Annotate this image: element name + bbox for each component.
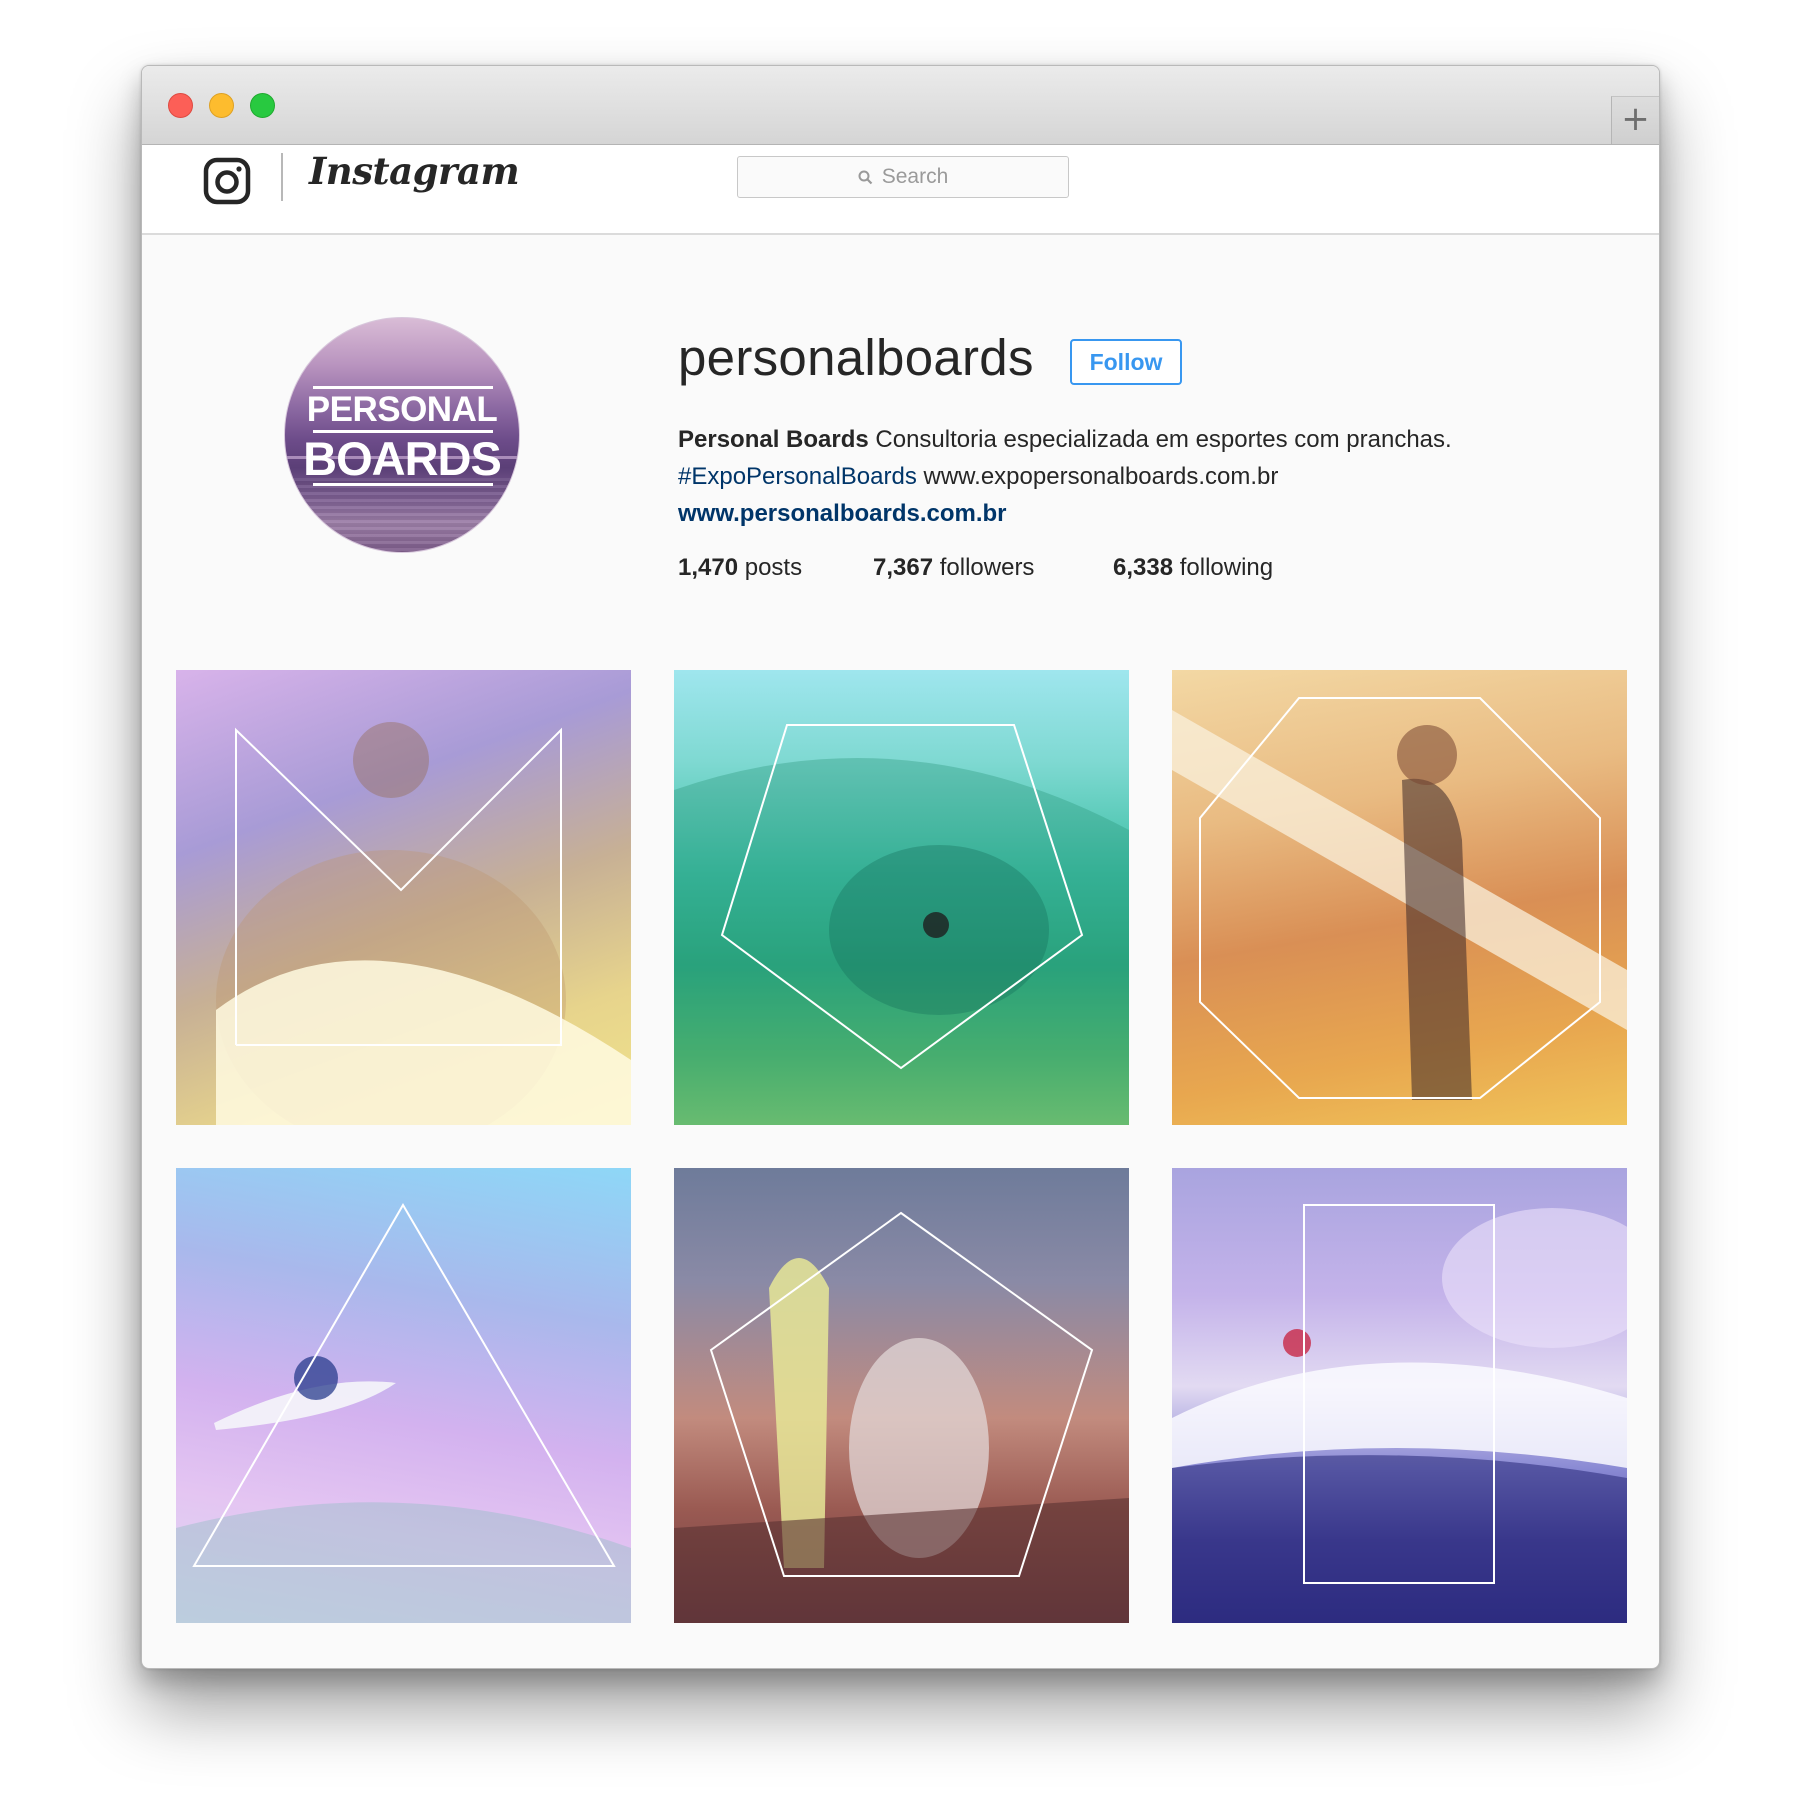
post-thumbnail-1[interactable] <box>176 670 631 1125</box>
stat-posts: 1,470 posts <box>678 554 802 582</box>
stat-followers[interactable]: 7,367 followers <box>873 554 1034 582</box>
minimize-window-button[interactable] <box>209 93 234 118</box>
search-icon <box>858 170 872 184</box>
bio-line-1: Personal Boards Consultoria especializad… <box>678 421 1452 458</box>
avatar-logo-line2: BOARDS <box>303 432 502 485</box>
avatar-rule-bottom <box>313 483 493 486</box>
new-tab-button[interactable]: + <box>1611 96 1659 144</box>
instagram-camera-icon[interactable] <box>203 157 251 205</box>
browser-window: + Instagram Search PERSONAL BOARDS perso… <box>141 65 1660 1669</box>
bio-description: Consultoria especializada em esportes co… <box>868 426 1452 453</box>
zoom-window-button[interactable] <box>250 93 275 118</box>
profile-website-link[interactable]: www.personalboards.com.br <box>678 500 1007 527</box>
pentagon-overlay <box>674 724 1129 1125</box>
stat-following-count: 6,338 <box>1113 554 1174 581</box>
stat-posts-count: 1,470 <box>678 554 739 581</box>
octagon-overlay <box>1172 697 1627 1100</box>
post-thumbnail-2[interactable] <box>674 670 1129 1125</box>
search-input[interactable]: Search <box>737 156 1069 198</box>
pentagon-overlay <box>674 1211 1129 1623</box>
bio-full-name: Personal Boards <box>678 426 869 453</box>
close-window-button[interactable] <box>168 93 193 118</box>
bio-hashtag-link[interactable]: #ExpoPersonalBoards <box>678 463 917 490</box>
avatar-logo-line1: PERSONAL <box>306 390 498 429</box>
bio-line-2: #ExpoPersonalBoards www.expopersonalboar… <box>678 458 1452 495</box>
avatar-water <box>285 478 519 552</box>
profile-username: personalboards <box>678 329 1034 386</box>
stat-posts-label: posts <box>738 554 803 581</box>
instagram-header: Instagram Search <box>142 145 1659 235</box>
stat-following[interactable]: 6,338 following <box>1113 554 1273 582</box>
post-thumbnail-4[interactable] <box>176 1168 631 1623</box>
profile-bio: Personal Boards Consultoria especializad… <box>678 421 1452 532</box>
follow-button[interactable]: Follow <box>1070 339 1182 385</box>
rectangle-overlay <box>1172 1204 1627 1623</box>
title-bar: + <box>142 66 1659 145</box>
post-thumbnail-3[interactable] <box>1172 670 1627 1125</box>
search-placeholder: Search <box>881 165 949 188</box>
m-shape-overlay <box>216 722 631 1125</box>
triangle-overlay <box>176 1203 631 1623</box>
header-divider <box>281 153 283 201</box>
stat-following-label: following <box>1173 554 1274 581</box>
post-thumbnail-5[interactable] <box>674 1168 1129 1623</box>
bio-line-3: www.personalboards.com.br <box>678 495 1452 532</box>
avatar-rule-top <box>313 386 493 389</box>
profile-avatar[interactable]: PERSONAL BOARDS <box>284 317 520 553</box>
bio-expo-url: www.expopersonalboards.com.br <box>916 463 1279 490</box>
stat-followers-count: 7,367 <box>873 554 934 581</box>
instagram-wordmark[interactable]: Instagram <box>309 149 520 193</box>
stat-followers-label: followers <box>933 554 1035 581</box>
post-thumbnail-6[interactable] <box>1172 1168 1627 1623</box>
